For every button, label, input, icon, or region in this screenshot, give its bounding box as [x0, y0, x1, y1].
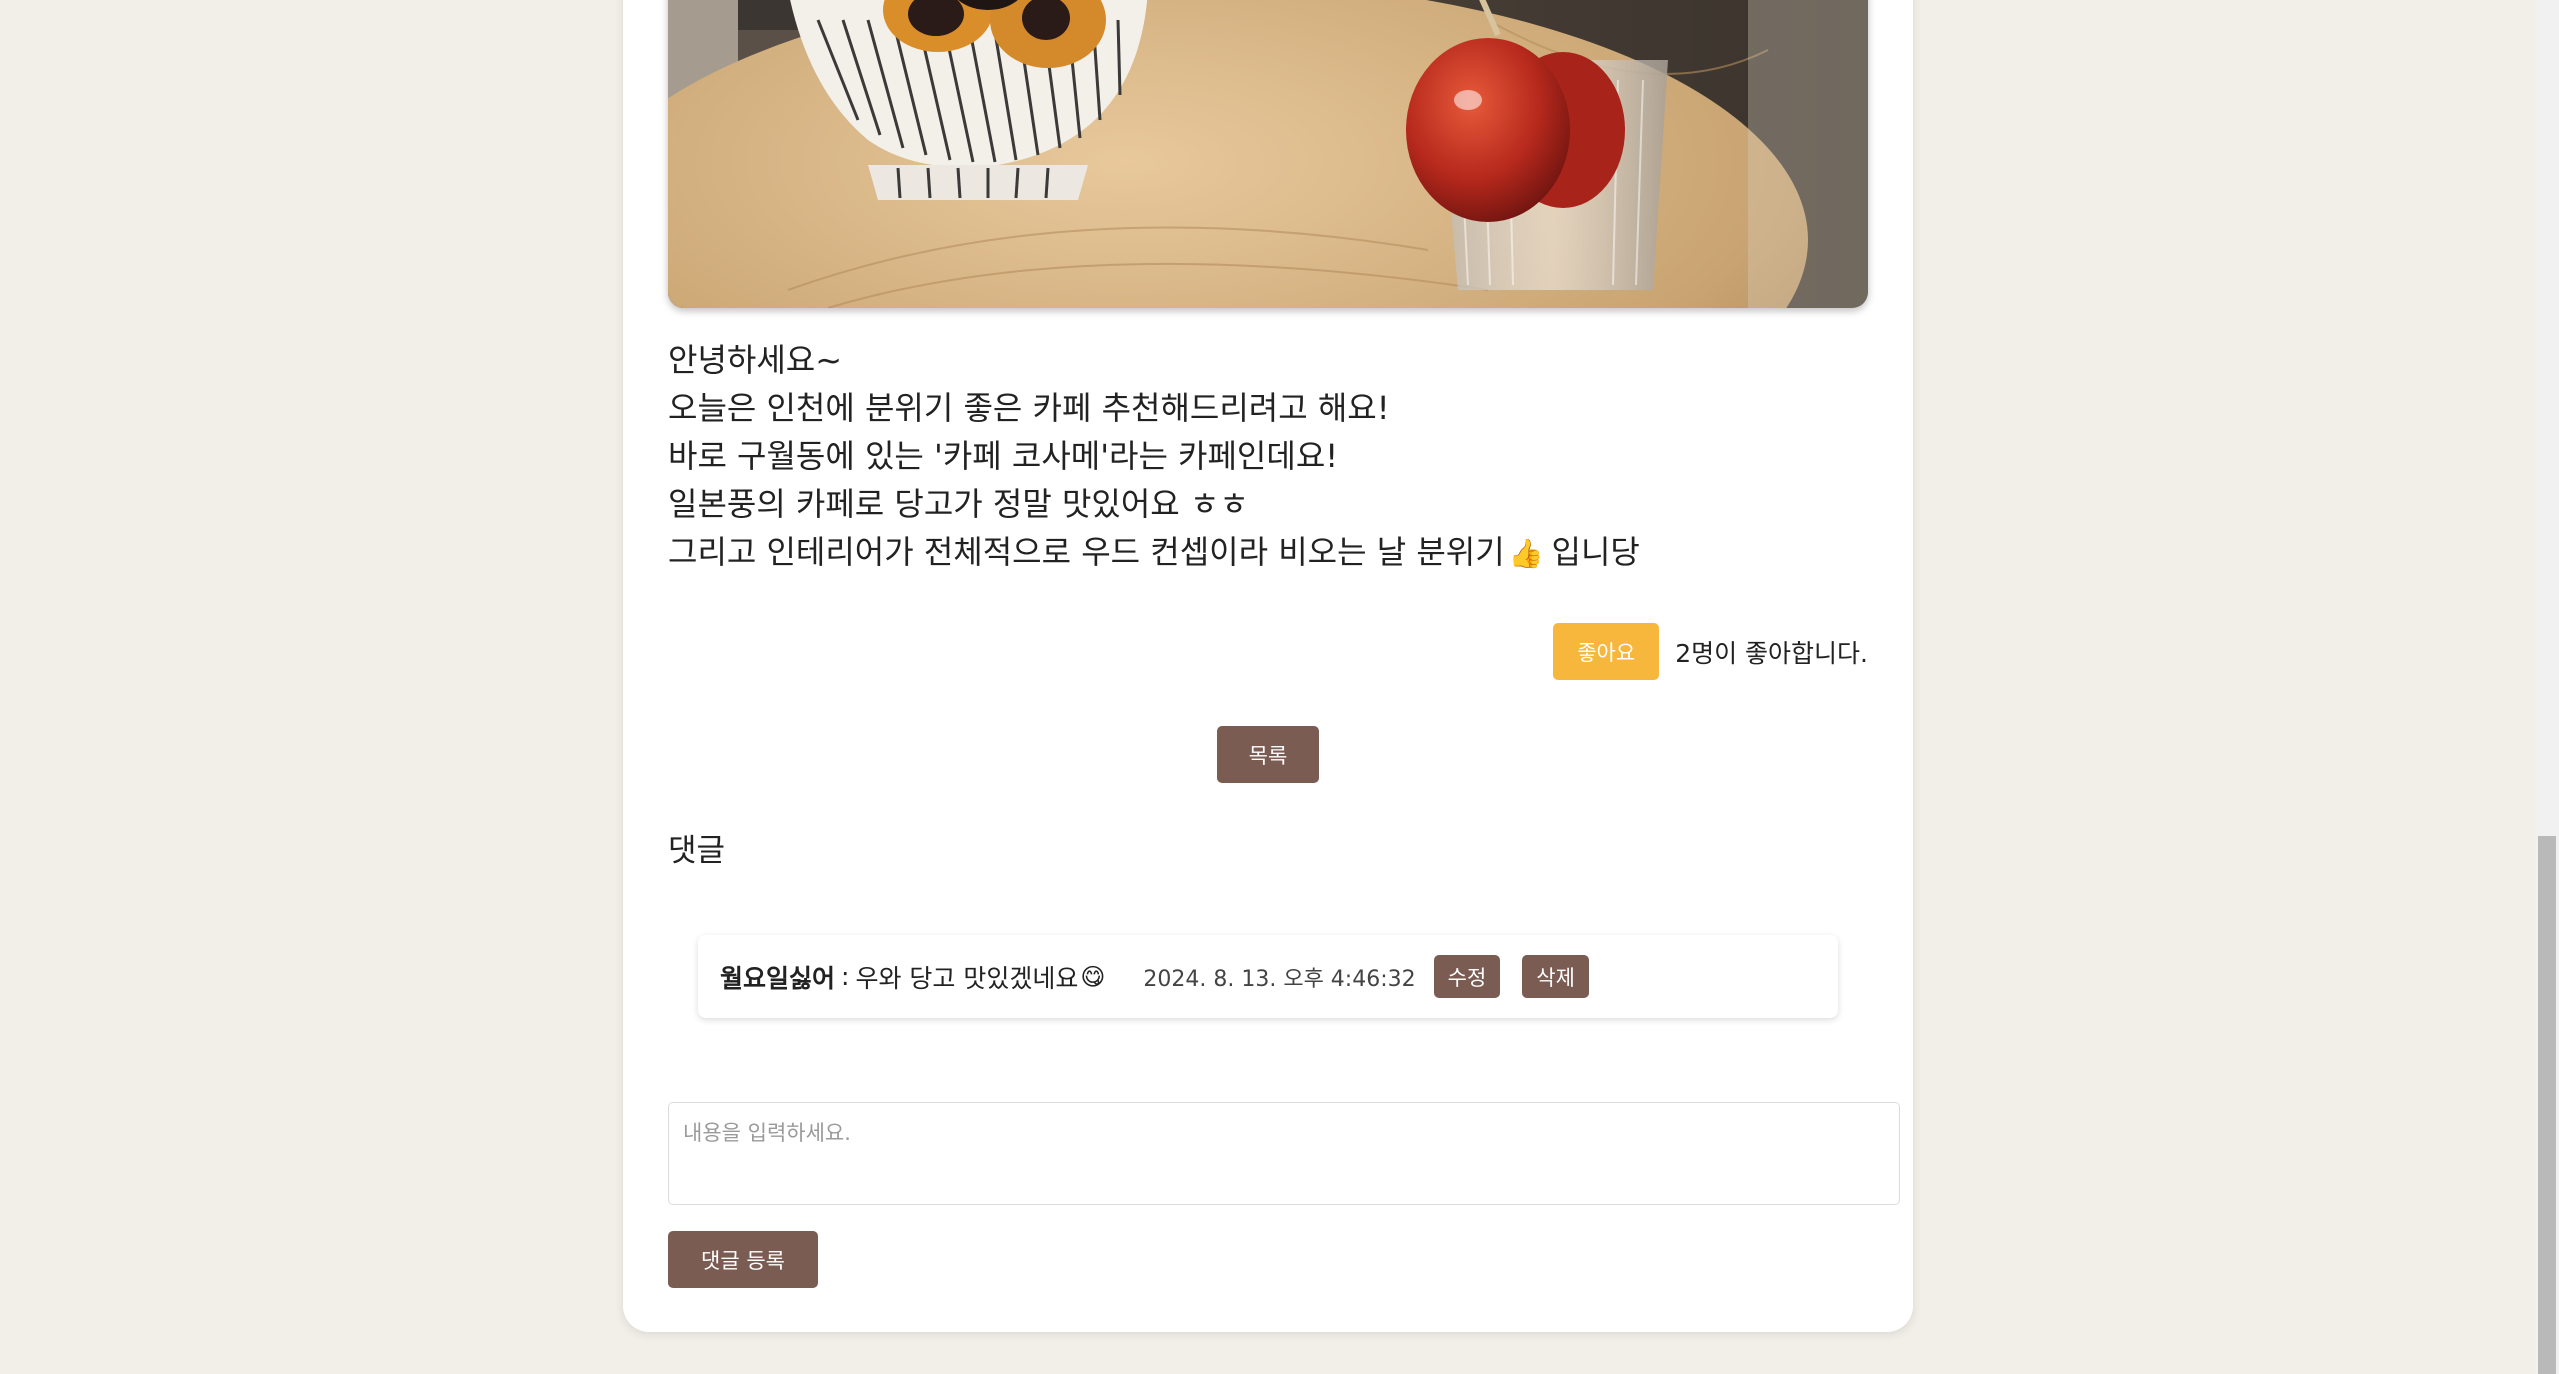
comment-date: 2024. 8. 13. 오후 4:46:32	[1143, 966, 1416, 992]
comment-input[interactable]	[668, 1102, 1900, 1205]
post-body: 안녕하세요~ 오늘은 인천에 분위기 좋은 카페 추천해드리려고 해요! 바로 …	[668, 336, 1868, 578]
comment-author: 월요일싫어	[720, 963, 836, 993]
like-button[interactable]: 좋아요	[1553, 623, 1660, 680]
post-photo	[668, 0, 1868, 308]
list-button[interactable]: 목록	[1217, 726, 1319, 783]
comment-separator: :	[841, 962, 850, 991]
page-scrollbar[interactable]	[2535, 0, 2559, 1374]
post-body-line-text: 그리고 인테리어가 전체적으로 우드 컨셉이라 비오는 날 분위기	[668, 533, 1505, 571]
like-row: 좋아요 2명이 좋아합니다.	[1553, 623, 1868, 680]
comment-edit-button[interactable]: 수정	[1433, 955, 1501, 998]
comment-item: 월요일싫어 : 우와 당고 맛있겠네요 😋 2024. 8. 13. 오후 4:…	[698, 935, 1838, 1018]
post-body-line-text-end: 입니당	[1551, 533, 1640, 571]
like-count: 2명이 좋아합니다.	[1675, 638, 1868, 668]
page-viewport: 안녕하세요~ 오늘은 인천에 분위기 좋은 카페 추천해드리려고 해요! 바로 …	[0, 0, 2559, 1374]
yum-face-icon: 😋	[1080, 962, 1106, 991]
post-body-line: 오늘은 인천에 분위기 좋은 카페 추천해드리려고 해요!	[668, 389, 1390, 427]
scrollbar-thumb[interactable]	[2538, 836, 2556, 1374]
post-body-line: 바로 구월동에 있는 '카페 코사메'라는 카페인데요!	[668, 437, 1339, 475]
comment-delete-button[interactable]: 삭제	[1522, 955, 1589, 998]
post-body-line: 그리고 인테리어가 전체적으로 우드 컨셉이라 비오는 날 분위기 👍 입니당	[668, 528, 1868, 578]
thumbs-up-icon: 👍	[1508, 537, 1544, 570]
cafe-dessert-image	[668, 0, 1868, 308]
post-body-line: 안녕하세요~	[668, 341, 843, 379]
post-body-line: 일본풍의 카페로 당고가 정말 맛있어요 ㅎㅎ	[668, 485, 1249, 523]
comment-text: 우와 당고 맛있겠네요	[855, 963, 1079, 993]
comment-submit-button[interactable]: 댓글 등록	[668, 1231, 818, 1288]
comments-title: 댓글	[668, 833, 726, 869]
